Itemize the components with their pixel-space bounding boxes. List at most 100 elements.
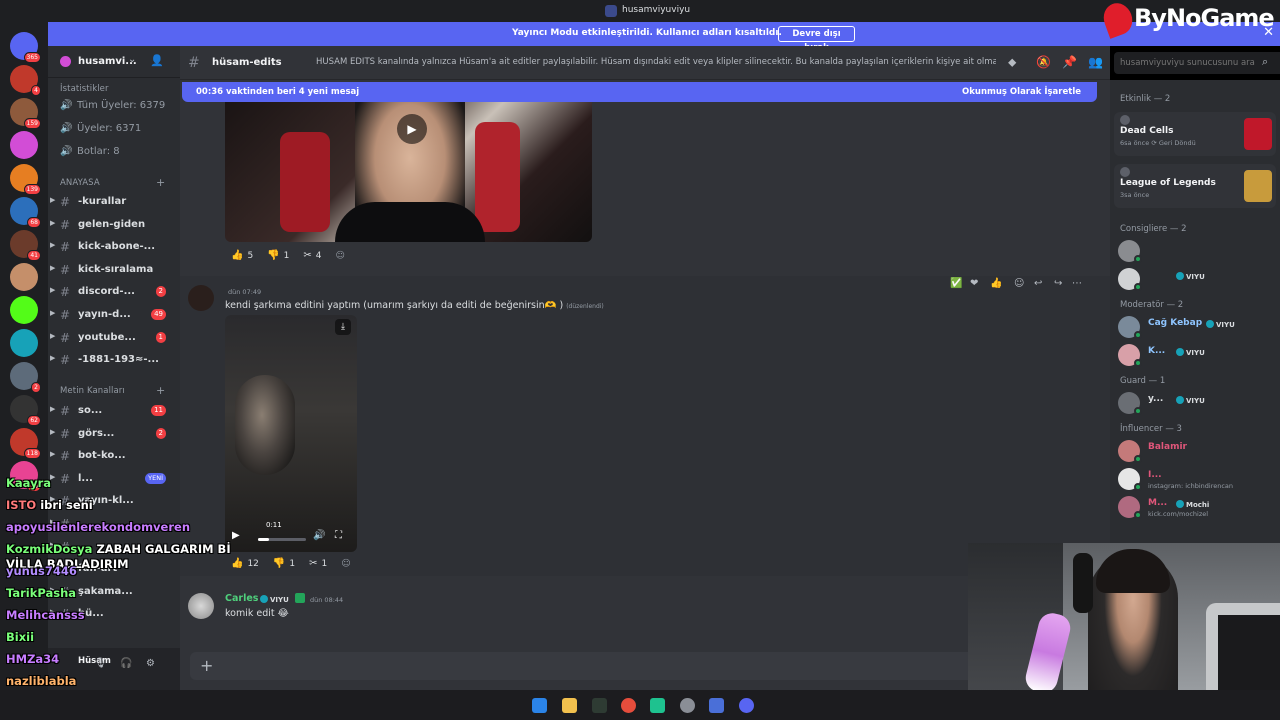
activity-card[interactable]: League of Legends 3sa önce: [1114, 164, 1276, 208]
mark-as-read-button[interactable]: Okunmuş Olarak İşaretle: [962, 87, 1081, 97]
app-icon[interactable]: [709, 698, 724, 713]
server-icon[interactable]: [10, 329, 38, 357]
reaction[interactable]: ✂ 4: [297, 247, 327, 265]
channel-item[interactable]: ▶ # kick-abone-...: [50, 236, 178, 256]
volume-icon: 🔊: [60, 100, 73, 111]
more-icon[interactable]: ⋯: [1072, 278, 1082, 289]
caret-icon: ▶: [50, 218, 56, 227]
member-item[interactable]: y... VIYU: [1118, 390, 1278, 418]
channel-item[interactable]: ▶ # görs... 2: [50, 423, 178, 443]
channel-item[interactable]: ▶ # discord-... 2: [50, 281, 178, 301]
reply-icon[interactable]: ↩: [1034, 278, 1042, 289]
channel-item[interactable]: ▶ # bot-ko...: [50, 445, 178, 465]
channel-item[interactable]: ▶ # so... 11: [50, 400, 178, 420]
member-item[interactable]: M... Mochi kick.com/mochizel: [1118, 494, 1278, 522]
channel-item[interactable]: ▶ # yayın-d... 49: [50, 304, 178, 324]
server-icon[interactable]: 365: [10, 32, 41, 63]
chrome-icon[interactable]: [621, 698, 636, 713]
windows-start-icon[interactable]: [532, 698, 547, 713]
channel-topic[interactable]: HÜSAM EDİTS kanalında yalnızca Hüsam'a a…: [316, 57, 996, 67]
server-icon[interactable]: 4: [10, 65, 41, 96]
add-reaction-icon[interactable]: ☺: [1014, 278, 1024, 289]
channel-item[interactable]: ▶ # gelen-giden: [50, 214, 178, 234]
thumbs-up-reaction-icon[interactable]: 👍: [990, 278, 1002, 289]
server-icon[interactable]: 41: [10, 230, 41, 261]
channel-item[interactable]: ▶ # -kurallar: [50, 191, 178, 211]
channel-hash-icon: #: [60, 404, 71, 418]
add-reaction-icon[interactable]: ☺: [335, 555, 356, 573]
server-icon[interactable]: [10, 131, 38, 159]
reaction[interactable]: 👎 1: [261, 247, 295, 265]
category-stats[interactable]: İstatistikler: [60, 84, 109, 94]
status-online-icon: [1134, 511, 1142, 519]
add-channel-icon[interactable]: +: [156, 176, 165, 189]
channel-hash-icon: #: [60, 217, 71, 232]
server-icon[interactable]: 139: [10, 164, 41, 195]
check-reaction-icon[interactable]: ✅: [950, 278, 962, 289]
server-icon[interactable]: [10, 263, 38, 291]
download-icon[interactable]: ⤓: [335, 319, 351, 335]
caret-icon: ▶: [50, 286, 56, 295]
chat-message: ibri seni: [40, 498, 93, 512]
fullscreen-icon[interactable]: ⛶: [335, 530, 342, 541]
heart-reaction-icon[interactable]: ❤: [970, 278, 978, 289]
threads-icon[interactable]: ⬥: [1008, 55, 1016, 70]
tag-icon: [1176, 396, 1184, 404]
channel-item[interactable]: ▶ # youtube... 1: [50, 327, 178, 347]
file-explorer-icon[interactable]: [562, 698, 577, 713]
new-messages-bar[interactable]: 00:36 vaktinden beri 4 yeni mesaj Okunmu…: [182, 82, 1097, 102]
category-text-channels[interactable]: Metin Kanalları: [60, 386, 125, 396]
terminal-icon[interactable]: [592, 698, 607, 713]
pin-icon[interactable]: 📌: [1062, 55, 1077, 69]
member-item[interactable]: [1118, 238, 1278, 266]
server-icon[interactable]: [10, 296, 38, 324]
member-item[interactable]: K... VIYU: [1118, 342, 1278, 370]
channel-name: gelen-giden: [78, 218, 146, 230]
play-icon[interactable]: ▶: [397, 114, 427, 144]
channel-hash-icon: #: [60, 426, 71, 441]
caret-icon: ▶: [50, 450, 56, 459]
channel-item[interactable]: ▶ # -1881-193≈-...: [50, 349, 178, 369]
tag-icon: [1176, 500, 1184, 508]
category-anayasa[interactable]: ANAYASA: [60, 178, 100, 188]
search-input[interactable]: [1114, 52, 1280, 74]
member-item[interactable]: VIYU: [1118, 266, 1278, 294]
message-input[interactable]: [226, 658, 1046, 674]
server-icon[interactable]: 2: [10, 362, 41, 393]
discord-icon[interactable]: [739, 698, 754, 713]
disable-streamer-mode-button[interactable]: Devre dışı bırak: [778, 26, 855, 53]
video-progress-bar[interactable]: [258, 538, 306, 541]
member-list-icon[interactable]: 👥: [1088, 55, 1103, 69]
unread-badge: 1: [155, 331, 166, 343]
activity-time: 3sa önce: [1120, 191, 1150, 199]
server-icon[interactable]: 118: [10, 428, 41, 459]
member-item[interactable]: I... instagram: ichbindirencan: [1118, 466, 1278, 494]
server-icon[interactable]: 62: [10, 395, 41, 426]
activity-category: Etkinlik — 2: [1120, 94, 1171, 104]
reaction[interactable]: 👍 5: [225, 247, 259, 265]
reaction[interactable]: ✂ 1: [303, 555, 333, 573]
guild-header[interactable]: husamvi... ⌄ 👤: [48, 46, 180, 78]
add-user-icon[interactable]: 👤: [150, 54, 164, 67]
server-icon[interactable]: 159: [10, 98, 41, 129]
avatar[interactable]: [188, 285, 214, 311]
forward-icon[interactable]: ↪: [1054, 278, 1062, 289]
member-item[interactable]: Cağ Kebap VIYU: [1118, 314, 1278, 342]
message-actions: ✅ ❤ 👍 ☺ ↩ ↪ ⋯: [950, 276, 1090, 294]
reaction[interactable]: 👎 1: [267, 555, 301, 573]
video-attachment[interactable]: ▶: [225, 102, 592, 242]
obs-icon[interactable]: [680, 698, 695, 713]
app-icon[interactable]: [650, 698, 665, 713]
notifications-muted-icon[interactable]: 🔕: [1036, 55, 1051, 69]
activity-card[interactable]: Dead Cells 6sa önce ⟳ Geri Döndü: [1114, 112, 1276, 156]
member-item[interactable]: Balamir: [1118, 438, 1278, 466]
server-icon[interactable]: 68: [10, 197, 41, 228]
volume-icon[interactable]: 🔊: [313, 530, 325, 541]
bynogame-logo: ByNoGame: [1099, 0, 1280, 40]
channel-hash-icon: #: [60, 195, 71, 209]
channel-item[interactable]: ▶ # kick-sıralama: [50, 259, 178, 279]
chat-username: TarikPasha: [6, 586, 77, 600]
channel-name: yayın-d...: [78, 309, 131, 320]
add-reaction-icon[interactable]: ☺: [330, 247, 351, 265]
add-channel-icon[interactable]: +: [156, 384, 165, 397]
